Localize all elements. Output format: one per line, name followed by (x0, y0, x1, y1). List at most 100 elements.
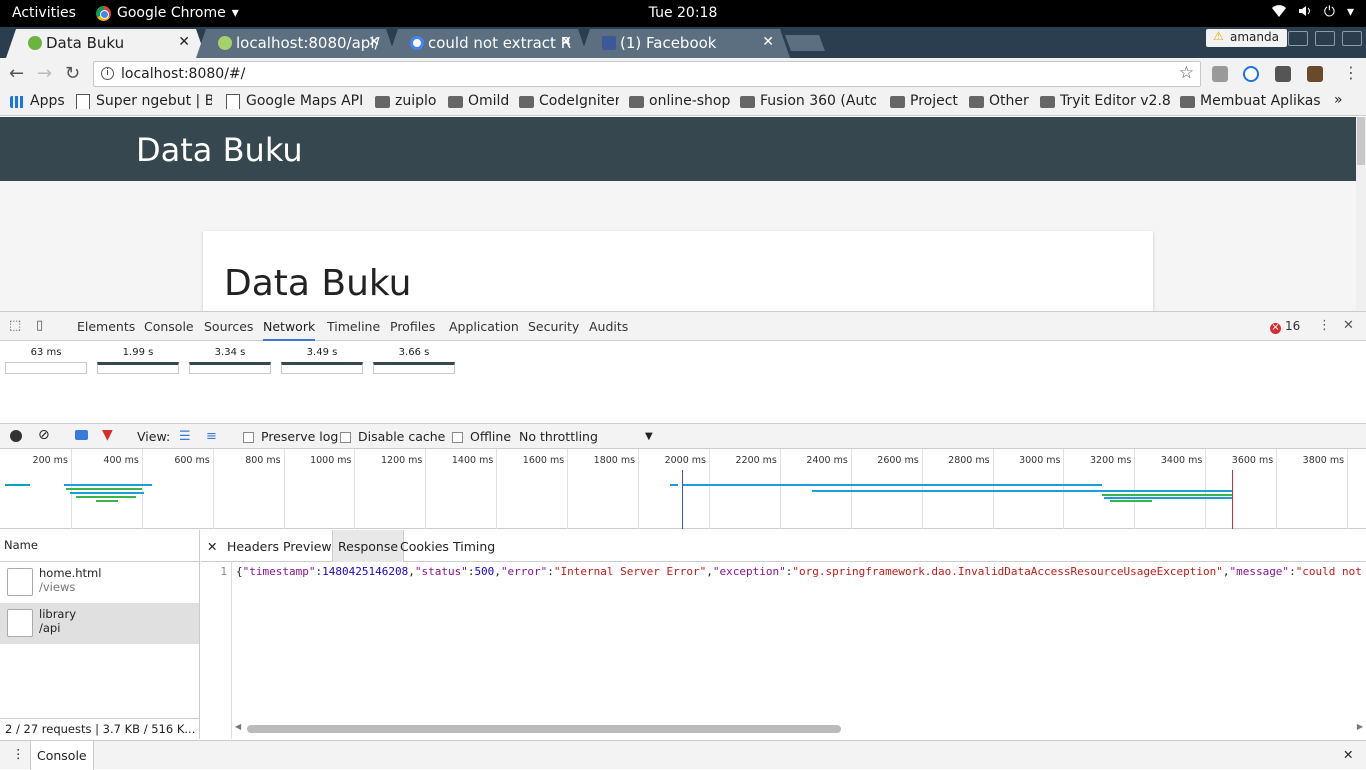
close-icon[interactable]: ✕ (1343, 747, 1353, 762)
address-bar[interactable]: i localhost:8080/#/ ☆ (93, 61, 1201, 87)
large-rows-icon[interactable]: ☰ (179, 429, 191, 444)
close-icon[interactable]: ✕ (207, 539, 217, 554)
detail-tab-timing[interactable]: Timing (453, 539, 495, 554)
filmstrip-frame[interactable]: 3.49 s (281, 347, 363, 374)
frame-time: 3.66 s (398, 347, 430, 358)
inspect-element-icon[interactable]: ⬚ (9, 318, 21, 333)
overview-icon[interactable]: ≡ (206, 429, 217, 444)
new-tab-button[interactable] (785, 35, 825, 51)
detail-tab-preview[interactable]: Preview (283, 539, 332, 554)
devtools-tab-profiles[interactable]: Profiles (390, 319, 435, 334)
disable-cache-checkbox[interactable] (340, 432, 351, 443)
scroll-left-icon[interactable]: ◀ (235, 722, 241, 731)
menu-dots-icon[interactable]: ⋮ (1343, 63, 1359, 82)
clear-icon[interactable]: ⊘ (38, 427, 50, 443)
scroll-right-icon[interactable]: ▶ (1357, 722, 1363, 731)
devtools-tab-sources[interactable]: Sources (204, 319, 253, 334)
volume-icon (1298, 4, 1312, 22)
filmstrip-frame[interactable]: 3.66 s (373, 347, 455, 374)
throttling-select[interactable]: No throttling (519, 429, 598, 444)
page-scrollbar[interactable] (1356, 117, 1366, 311)
devtools-tab-audits[interactable]: Audits (589, 319, 628, 334)
caret-down-icon: ▾ (231, 5, 239, 21)
filmstrip-frame[interactable]: 63 ms (5, 347, 87, 374)
devtools-tab-security[interactable]: Security (528, 319, 579, 334)
devtools-tab-application[interactable]: Application (449, 319, 519, 334)
extension-icon[interactable] (1243, 66, 1259, 82)
menu-dots-icon[interactable]: ⋮ (12, 746, 25, 761)
filmstrip-frame[interactable]: 1.99 s (97, 347, 179, 374)
extension-icon[interactable] (1307, 66, 1323, 82)
bookmark-folder-omild[interactable]: Omild (448, 93, 510, 109)
forward-arrow-icon[interactable]: → (37, 63, 52, 84)
bookmark-tryit-editor[interactable]: Tryit Editor v2.8 (1040, 93, 1170, 109)
browser-toolbar: ← → ↻ i localhost:8080/#/ ☆ ⋮ (0, 58, 1366, 90)
minimize-button[interactable] (1288, 31, 1308, 46)
maximize-button[interactable] (1315, 31, 1335, 46)
scrollbar-thumb[interactable] (1357, 117, 1365, 165)
detail-tab-headers[interactable]: Headers (227, 539, 279, 554)
devtools-tab-network[interactable]: Network (263, 319, 316, 341)
offline-checkbox[interactable] (452, 432, 463, 443)
line-number: 1 (220, 565, 227, 578)
detail-tab-cookies[interactable]: Cookies (400, 539, 449, 554)
bookmarks-overflow-button[interactable]: » (1334, 92, 1343, 108)
request-row[interactable]: library /api (0, 603, 199, 644)
network-overview[interactable]: 200 ms 400 ms 600 ms 800 ms 1000 ms 1200 ms 14… (0, 449, 1366, 529)
bookmarks-bar: Apps Super ngebut | B Google Maps API zu… (0, 90, 1366, 116)
tab-data-buku[interactable]: Data Buku ✕ (6, 29, 206, 58)
chevron-down-icon[interactable]: ▼ (645, 431, 653, 442)
close-icon[interactable]: ✕ (560, 34, 572, 50)
system-tray[interactable]: ⏻ ▾ (1271, 4, 1354, 22)
record-icon[interactable] (10, 430, 22, 442)
reload-icon[interactable]: ↻ (65, 63, 80, 84)
bookmark-folder-codeigniter[interactable]: CodeIgniter (519, 93, 619, 109)
profile-button[interactable]: amanda (1206, 29, 1287, 47)
filmstrip-frame[interactable]: 3.34 s (189, 347, 271, 374)
camera-icon[interactable] (1212, 66, 1228, 82)
back-arrow-icon[interactable]: ← (9, 63, 24, 84)
close-icon[interactable]: ✕ (762, 34, 774, 50)
bookmark-folder-project[interactable]: Project (890, 93, 962, 109)
detail-tab-response[interactable]: Response (332, 530, 405, 562)
devtools-tab-timeline[interactable]: Timeline (327, 319, 380, 334)
bookmark-membuat-aplikasi[interactable]: Membuat Aplikasi (1180, 93, 1320, 109)
requests-summary: 2 / 27 requests | 3.7 KB / 516 K... (0, 718, 200, 739)
bookmark-folder-zuiplo[interactable]: zuiplo (375, 93, 439, 109)
device-toolbar-icon[interactable]: ▯ (36, 318, 43, 333)
close-window-button[interactable] (1342, 31, 1362, 46)
bookmark-apps[interactable]: Apps (10, 93, 70, 109)
google-icon (410, 36, 424, 50)
info-icon[interactable]: i (101, 67, 114, 80)
drawer-tab-console[interactable]: Console (30, 741, 94, 770)
capture-screenshots-icon[interactable] (75, 430, 88, 440)
line-number-gutter: 1 (201, 562, 232, 739)
bookmark-google-maps[interactable]: Google Maps API (226, 93, 362, 109)
request-bar (682, 484, 1102, 486)
horizontal-scrollbar[interactable]: ◀ ▶ (232, 722, 1366, 734)
menu-dots-icon[interactable]: ⋮ (1318, 318, 1331, 333)
activities-button[interactable]: Activities (12, 5, 76, 21)
close-icon[interactable]: ✕ (1343, 318, 1354, 333)
tab-facebook[interactable]: (1) Facebook ✕ (580, 29, 790, 58)
bookmark-super-ngebut[interactable]: Super ngebut | B (76, 93, 212, 109)
request-row[interactable]: home.html /views (0, 562, 199, 603)
close-icon[interactable]: ✕ (368, 34, 380, 50)
bookmark-folder-fusion[interactable]: Fusion 360 (Auto (740, 93, 876, 109)
bookmark-folder-online-shop[interactable]: online-shop (629, 93, 731, 109)
filter-icon[interactable]: ▼ (102, 427, 113, 443)
bookmark-star-icon[interactable]: ☆ (1179, 63, 1194, 83)
app-menu[interactable]: Google Chrome ▾ (96, 5, 239, 21)
name-column-header[interactable]: Name (0, 530, 199, 562)
devtools-tab-elements[interactable]: Elements (77, 319, 135, 334)
error-count-badge[interactable]: 16 (1270, 319, 1300, 334)
close-icon[interactable]: ✕ (178, 34, 190, 50)
scrollbar-thumb[interactable] (247, 725, 841, 733)
tab-localhost-api[interactable]: localhost:8080/api/ ✕ (196, 29, 396, 58)
response-body[interactable]: {"timestamp":1480425146208,"status":500,… (236, 565, 1366, 581)
preserve-log-checkbox[interactable] (243, 432, 254, 443)
tab-google-search[interactable]: could not extract R ✕ (388, 29, 588, 58)
devtools-tab-console[interactable]: Console (144, 319, 194, 334)
cast-icon[interactable] (1275, 66, 1291, 82)
bookmark-folder-other[interactable]: Other (969, 93, 1031, 109)
